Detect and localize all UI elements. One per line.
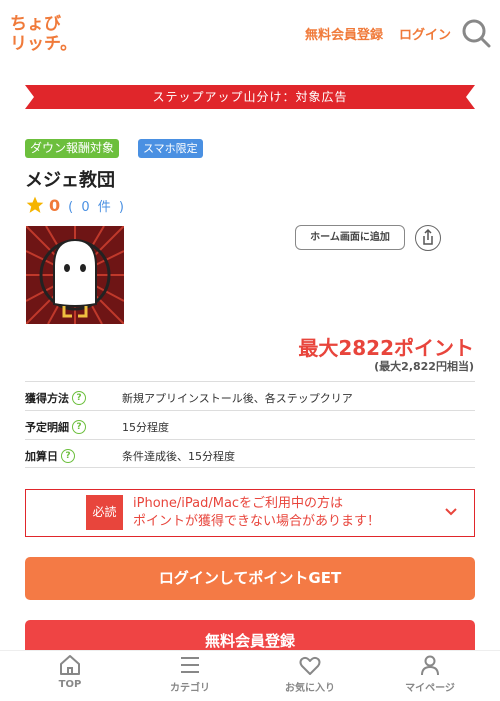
down-reward-tag: ダウン報酬対象 (25, 139, 120, 158)
menu-icon (181, 657, 199, 673)
tab-top[interactable]: TOP (40, 653, 100, 690)
help-icon[interactable]: ? (72, 391, 86, 405)
notice-text: iPhone/iPad/Macをご利用中の方は ポイントが獲得できない場合があり… (133, 495, 380, 531)
rating-value: 0 (49, 195, 61, 215)
tab-label: マイページ (405, 683, 455, 694)
max-points: 最大2822ポイント (298, 336, 474, 360)
svg-text:リッチ。: リッチ。 (10, 34, 72, 52)
tab-category[interactable]: カテゴリ (160, 653, 220, 694)
points-yen-equivalent: (最大2,822円相当) (374, 360, 474, 373)
detail-key: 加算日 (25, 450, 58, 463)
detail-value: 条件達成後、15分程度 (122, 450, 235, 463)
review-count[interactable]: ( 0 件 ) (68, 196, 126, 215)
detail-value: 新規アプリインストール後、各ステップクリア (122, 392, 353, 405)
app-title: メジェ教団 (25, 170, 115, 191)
tab-label: お気に入り (285, 683, 335, 694)
smartphone-only-tag: スマホ限定 (138, 139, 203, 158)
must-read-badge: 必読 (86, 495, 123, 530)
campaign-banner: ステップアップ山分け：対象広告 (25, 85, 475, 109)
add-to-home-button[interactable]: ホーム画面に追加 (295, 225, 405, 250)
notice-line-1: iPhone/iPad/Macをご利用中の方は (133, 496, 344, 511)
detail-row: 加算日? 条件達成後、15分程度 (25, 439, 475, 468)
tab-label: カテゴリ (170, 683, 210, 694)
bottom-tab-bar: TOP カテゴリ お気に入り マイページ (0, 650, 500, 701)
register-link[interactable]: 無料会員登録 (305, 24, 383, 43)
help-icon[interactable]: ? (72, 420, 86, 434)
login-link[interactable]: ログイン (399, 24, 451, 43)
rating-row: 0 ( 0 件 ) (25, 195, 126, 215)
share-icon[interactable] (415, 225, 441, 251)
star-icon (26, 196, 44, 213)
home-icon (60, 655, 80, 675)
detail-key: 獲得方法 (25, 392, 69, 405)
detail-key: 予定明細 (25, 421, 69, 434)
tab-favorites[interactable]: お気に入り (280, 653, 340, 694)
detail-row: 獲得方法? 新規アプリインストール後、各ステップクリア (25, 381, 475, 410)
search-icon[interactable] (461, 18, 491, 48)
help-icon[interactable]: ? (61, 449, 75, 463)
chevron-down-icon[interactable] (444, 505, 458, 519)
notice-line-2: ポイントが獲得できない場合があります！ (133, 514, 381, 529)
login-get-points-button[interactable]: ログインしてポイントGET (25, 557, 475, 600)
svg-text:ちょび: ちょび (10, 14, 61, 34)
detail-value: 15分程度 (122, 421, 169, 434)
tab-mypage[interactable]: マイページ (400, 653, 460, 694)
user-icon (421, 655, 439, 676)
detail-row: 予定明細? 15分程度 (25, 410, 475, 439)
chobirich-logo[interactable]: ちょび リッチ。 (10, 12, 72, 52)
app-icon-image (26, 226, 124, 324)
heart-icon (299, 656, 321, 675)
divider (25, 467, 475, 468)
tab-label: TOP (58, 679, 82, 690)
